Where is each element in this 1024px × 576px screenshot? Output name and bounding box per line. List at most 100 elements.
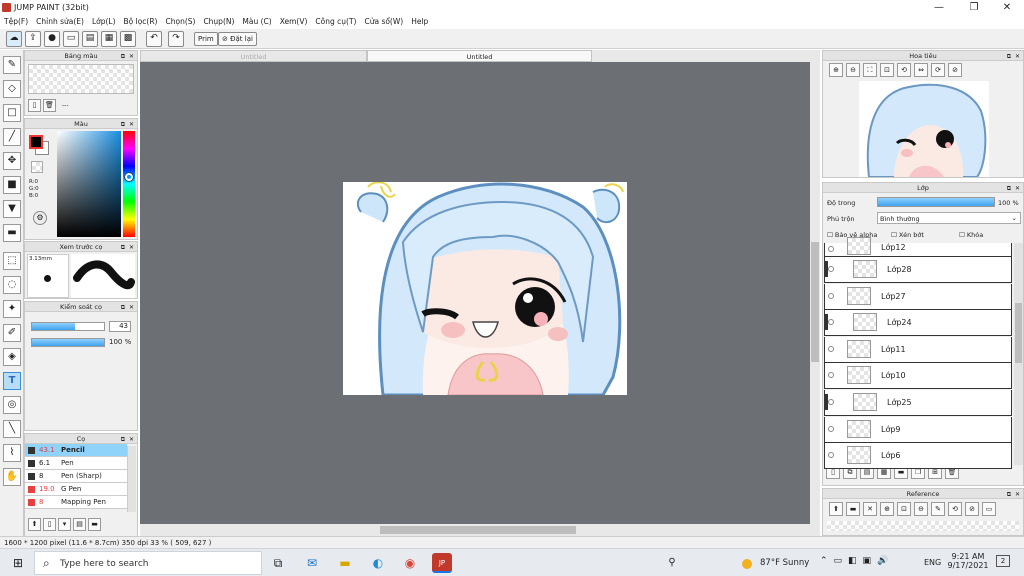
language-indicator[interactable]: ENG — [924, 558, 941, 567]
color-wheel-icon[interactable]: ⚙ — [33, 211, 47, 225]
flip-icon[interactable]: ⇔ — [914, 63, 928, 77]
clipping-checkbox[interactable]: ☐ Xén bớt — [891, 231, 924, 239]
close-button[interactable]: ✕ — [990, 0, 1024, 16]
menu-view[interactable]: Xem(V) — [276, 16, 312, 27]
lock-checkbox[interactable]: ☐ Khóa — [959, 231, 983, 239]
layer-scroll-thumb[interactable] — [1015, 303, 1022, 363]
layer-row[interactable]: Lớp10 — [824, 363, 1012, 390]
brush-settings-icon[interactable]: ▤ — [73, 518, 86, 531]
reset-view-button[interactable]: ⊘ Đặt lại — [218, 32, 257, 46]
visibility-icon[interactable] — [828, 292, 834, 299]
document-icon[interactable]: ▤ — [82, 31, 98, 47]
actual-size-icon[interactable]: ⊡ — [880, 63, 894, 77]
blend-mode-select[interactable]: Bình thường ⌄ — [877, 212, 1021, 224]
brush-item[interactable]: 6.1 Pen — [25, 457, 127, 470]
rotate-right-icon[interactable]: ⟳ — [931, 63, 945, 77]
menu-capture[interactable]: Chụp(N) — [199, 16, 238, 27]
select-rect-tool-icon[interactable]: ⬚ — [3, 252, 21, 270]
saturation-value-picker[interactable] — [57, 131, 121, 237]
reference-open-icon[interactable]: ▬ — [846, 502, 860, 516]
hand-tool-icon[interactable]: ✋ — [3, 468, 21, 486]
zoom-out-icon[interactable]: ⊖ — [846, 63, 860, 77]
maximize-button[interactable]: ❐ — [957, 0, 991, 16]
weather-text[interactable]: 87°F Sunny — [760, 558, 809, 568]
notification-icon[interactable]: 2 — [996, 555, 1010, 567]
layer-row[interactable]: Lớp27 — [824, 283, 1012, 310]
brush-item[interactable]: 43.1 Pencil — [25, 444, 127, 457]
brush-item[interactable]: 19.0 G Pen — [25, 483, 127, 496]
window-icon[interactable]: ▭ — [63, 31, 79, 47]
comment-icon[interactable]: ● — [44, 31, 60, 47]
reference-more-icon[interactable]: ▭ — [982, 502, 996, 516]
undo-icon[interactable]: ↶ — [146, 31, 162, 47]
canvas-horizontal-scrollbar[interactable] — [140, 524, 820, 536]
tab-untitled-1[interactable]: Untitled — [140, 50, 367, 62]
panel-controls[interactable]: ⧉ ✕ — [1007, 52, 1021, 62]
select-eraser-tool-icon[interactable]: ◈ — [3, 348, 21, 366]
brush-opacity-slider[interactable] — [31, 338, 105, 347]
layer-row[interactable]: Lớp25 — [824, 390, 1012, 416]
eraser-tool-icon[interactable]: ◇ — [3, 80, 21, 98]
menu-color[interactable]: Màu (C) — [238, 16, 275, 27]
vertical-scroll-thumb[interactable] — [811, 242, 819, 362]
copy-brush-icon[interactable]: ▯ — [43, 518, 56, 531]
reference-picker-icon[interactable]: ✎ — [931, 502, 945, 516]
visibility-icon[interactable] — [828, 425, 834, 432]
menu-file[interactable]: Tệp(F) — [0, 16, 32, 27]
grid-icon[interactable]: ▩ — [120, 31, 136, 47]
transparent-color-swatch[interactable] — [31, 161, 43, 173]
jump-paint-taskbar-icon[interactable]: JP — [432, 553, 452, 573]
brush-list-scrollbar[interactable] — [127, 446, 136, 512]
reference-flip-icon[interactable]: ⊘ — [965, 502, 979, 516]
minimize-button[interactable]: — — [922, 0, 956, 16]
brush-folder-icon[interactable]: ▬ — [88, 518, 101, 531]
visibility-icon[interactable] — [828, 452, 834, 459]
fill-rect-tool-icon[interactable]: ■ — [3, 176, 21, 194]
horizontal-scroll-thumb[interactable] — [380, 526, 576, 534]
line-tool-icon[interactable]: ╱ — [3, 128, 21, 146]
hue-slider[interactable] — [123, 131, 135, 237]
main-color-swatch[interactable] — [29, 135, 43, 149]
menu-help[interactable]: Help — [407, 16, 432, 27]
frame-tool-icon[interactable]: ╲ — [3, 420, 21, 438]
edge-icon[interactable]: ◐ — [368, 553, 388, 573]
brush-menu-icon[interactable]: ▾ — [58, 518, 71, 531]
canvas-vertical-scrollbar[interactable] — [810, 62, 820, 524]
select-pen-tool-icon[interactable]: ✐ — [3, 324, 21, 342]
brush-size-value[interactable]: 43 — [109, 321, 131, 332]
brush-item[interactable]: 8 Pen (Sharp) — [25, 470, 127, 483]
move-tool-icon[interactable]: ✥ — [3, 152, 21, 170]
menu-edit[interactable]: Chỉnh sửa(E) — [32, 16, 88, 27]
reference-canvas[interactable] — [827, 521, 1019, 531]
canvas-area[interactable] — [140, 62, 810, 524]
menu-tools[interactable]: Công cụ(T) — [311, 16, 360, 27]
layer-row[interactable]: Lớp24 — [824, 310, 1012, 337]
panel-controls[interactable]: ⧉ ✕ — [121, 303, 135, 313]
navigator-preview[interactable] — [859, 81, 989, 177]
tab-untitled-2[interactable]: Untitled — [367, 50, 592, 62]
panel-controls[interactable]: ⧉ ✕ — [121, 52, 135, 62]
brush-size-slider[interactable] — [31, 322, 105, 331]
menu-select[interactable]: Chọn(S) — [161, 16, 199, 27]
hue-handle[interactable] — [124, 172, 134, 182]
drawing-canvas[interactable] — [343, 182, 627, 395]
fit-screen-icon[interactable]: ⛶ — [863, 63, 877, 77]
reset-rotation-icon[interactable]: ⊘ — [948, 63, 962, 77]
zoom-in-icon[interactable]: ⊕ — [829, 63, 843, 77]
visibility-icon[interactable] — [828, 372, 834, 379]
bucket-tool-icon[interactable]: ▼ — [3, 200, 21, 218]
weather-icon[interactable] — [742, 559, 752, 569]
panel-controls[interactable]: ⧉ ✕ — [121, 120, 135, 130]
shape-tool-icon[interactable]: □ — [3, 104, 21, 122]
prism-button[interactable]: Prim — [194, 32, 218, 46]
reference-fit-icon[interactable]: ⊡ — [897, 502, 911, 516]
add-brush-icon[interactable]: ⬆ — [28, 518, 41, 531]
new-palette-icon[interactable]: ▯ — [28, 99, 41, 112]
panel-controls[interactable]: ⧉ ✕ — [1007, 490, 1021, 500]
layer-row[interactable]: Lớp11 — [824, 336, 1012, 363]
menu-filter[interactable]: Bộ lọc(R) — [120, 16, 162, 27]
eyedropper-tool-icon[interactable]: ⌇ — [3, 444, 21, 462]
brush-item[interactable]: 8 Mapping Pen — [25, 496, 127, 509]
chrome-icon[interactable]: ◉ — [400, 553, 420, 573]
visibility-icon[interactable] — [828, 266, 834, 272]
